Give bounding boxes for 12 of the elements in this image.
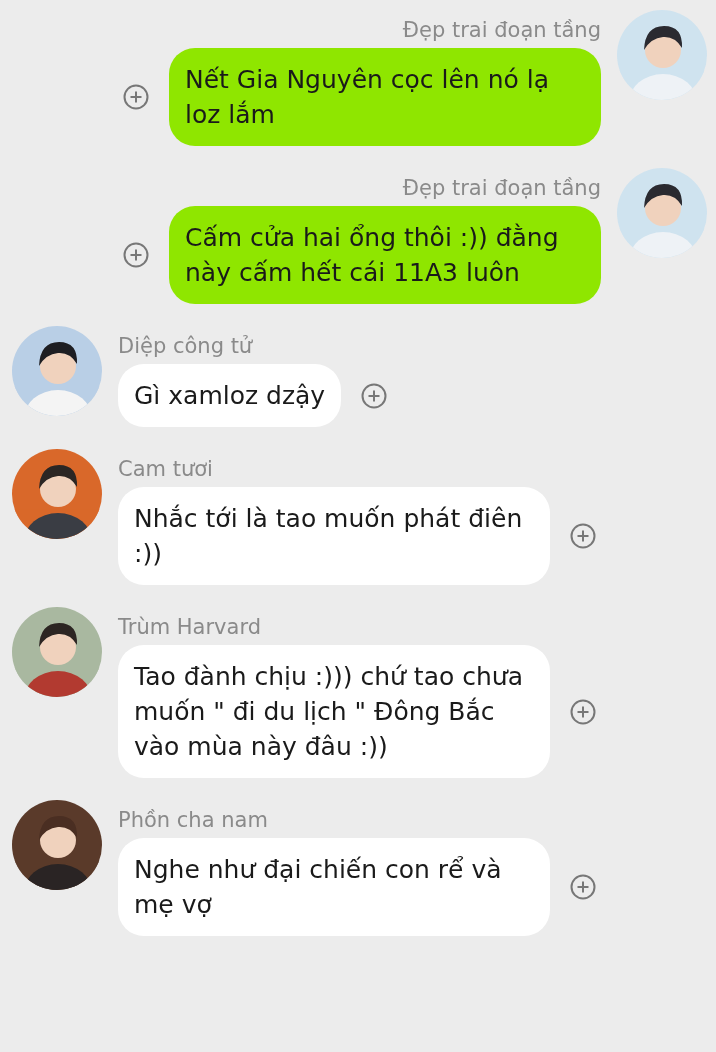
message-bubble: Gì xamloz dzậy [118, 364, 342, 427]
sender-name: Cam tươi [118, 457, 213, 481]
sender-name: Đẹp trai đoạn tầng [402, 176, 601, 200]
sender-name: Diệp công tử [118, 334, 253, 358]
message-bubble: Nghe như đại chiến con rể và mẹ vợ [118, 838, 550, 936]
message-bubble: Tao đành chịu :))) chứ tao chưa muốn " đi du lịch " Đông Bắc vào mùa này đâu :)) [118, 645, 550, 778]
sender-name: Trùm Harvard [118, 615, 261, 639]
sender-name: Đẹp trai đoạn tầng [402, 18, 601, 42]
message-bubble: Nhắc tới là tao muốn phát điên :)) [118, 487, 550, 585]
message-bubble: Cấm cửa hai ổng thôi :)) đằng này cấm hết cái 11A3 luôn [169, 206, 601, 304]
message-bubble: Nết Gia Nguyên cọc lên nó lạ loz lắm [169, 48, 601, 146]
sender-name: Phồn cha nam [118, 808, 268, 832]
